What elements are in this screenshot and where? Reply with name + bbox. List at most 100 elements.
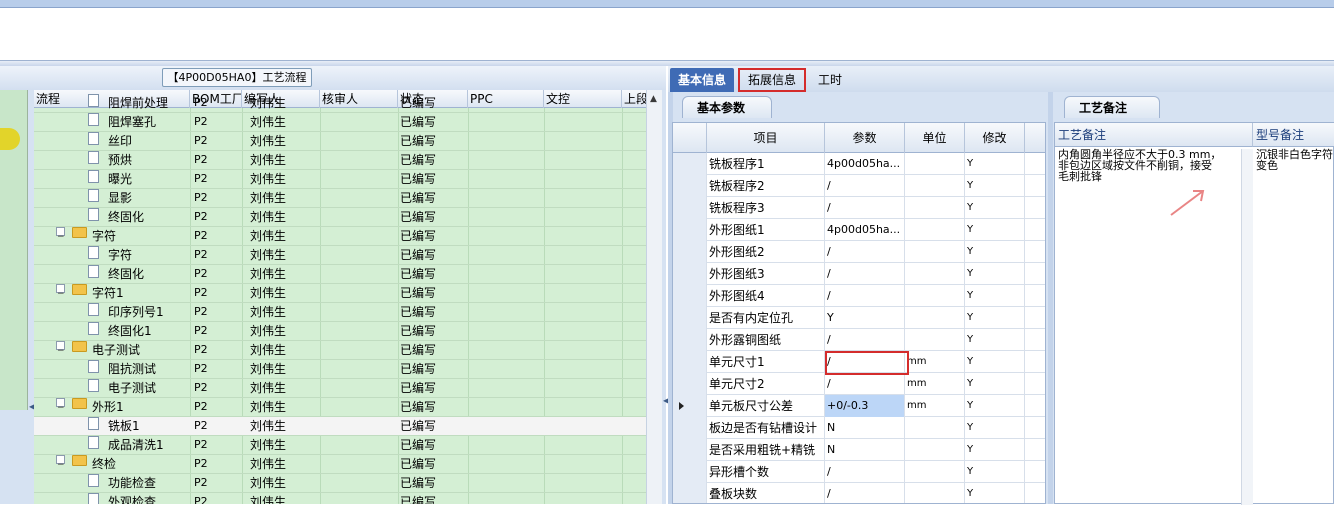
model-note-text[interactable]: 沉银非白色字符 变色 xyxy=(1256,149,1334,171)
row-indicator[interactable] xyxy=(673,483,707,503)
tree-row[interactable]: 阻抗测试 P2 刘伟生 已编写 xyxy=(34,360,646,379)
tree-row[interactable]: 阻焊前处理 P2 刘伟生 已编写 xyxy=(34,94,646,113)
row-indicator[interactable] xyxy=(673,285,707,307)
row-indicator[interactable] xyxy=(673,153,707,175)
param-row[interactable]: 外形图纸1 4p00d05ha... Y xyxy=(673,219,1045,241)
tree-row-name: 预烘 xyxy=(108,153,133,167)
chat-bubble-icon[interactable] xyxy=(0,128,20,150)
tree-row[interactable]: − 外形1 P2 刘伟生 已编写 xyxy=(34,398,646,417)
row-indicator[interactable] xyxy=(673,307,707,329)
tree-row[interactable]: 丝印 P2 刘伟生 已编写 xyxy=(34,132,646,151)
row-indicator[interactable] xyxy=(673,461,707,483)
section-tab-process-notes[interactable]: 工艺备注 xyxy=(1064,96,1160,118)
tree-row[interactable]: 显影 P2 刘伟生 已编写 xyxy=(34,189,646,208)
notes-scrollbar[interactable] xyxy=(1241,149,1253,505)
bom-cell: P2 xyxy=(194,400,208,413)
param-value-cell[interactable]: / xyxy=(825,329,905,351)
tree-row-name: 阻焊塞孔 xyxy=(108,115,157,129)
row-indicator[interactable] xyxy=(673,241,707,263)
middle-grip[interactable] xyxy=(1048,92,1053,504)
tree-row[interactable]: 字符 P2 刘伟生 已编写 xyxy=(34,246,646,265)
process-note-text[interactable]: 内角圆角半径应不大于0.3 mm， 非包边区域按文件不削铜，接受 毛刺批锋 xyxy=(1058,149,1242,182)
document-icon xyxy=(88,151,99,164)
param-row[interactable]: 外形图纸3/ Y xyxy=(673,263,1045,285)
param-row[interactable]: 单元板尺寸公差 +0/-0.3 mm Y xyxy=(673,395,1045,417)
tree-row[interactable]: 功能检查 P2 刘伟生 已编写 xyxy=(34,474,646,493)
param-value-cell[interactable]: / xyxy=(825,241,905,263)
tree-row[interactable]: 铣板1 P2 刘伟生 已编写 xyxy=(34,417,646,436)
tree-row[interactable]: 预烘 P2 刘伟生 已编写 xyxy=(34,151,646,170)
param-value-cell[interactable]: / xyxy=(825,373,905,395)
row-indicator[interactable] xyxy=(673,219,707,241)
scroll-up-icon[interactable]: ▲ xyxy=(650,94,657,104)
col-header-param[interactable]: 参数 xyxy=(825,123,905,153)
collapse-icon[interactable]: − xyxy=(56,284,65,299)
document-icon xyxy=(88,170,99,183)
param-row[interactable]: 叠板块数 / Y xyxy=(673,483,1045,503)
tree-row[interactable]: − 终检 P2 刘伟生 已编写 xyxy=(34,455,646,474)
collapse-icon[interactable]: − xyxy=(56,398,65,413)
tree-row[interactable]: 终固化 P2 刘伟生 已编写 xyxy=(34,265,646,284)
collapse-icon[interactable]: − xyxy=(56,341,65,356)
param-value-cell[interactable]: Y xyxy=(825,307,905,329)
tree-row[interactable]: 曝光 P2 刘伟生 已编写 xyxy=(34,170,646,189)
row-indicator[interactable] xyxy=(673,329,707,351)
param-row[interactable]: 外形露铜图纸 / Y xyxy=(673,329,1045,351)
param-row[interactable]: 异形槽个数 / Y xyxy=(673,461,1045,483)
tree-row[interactable]: − 电子测试 P2 刘伟生 已编写 xyxy=(34,341,646,360)
param-modify-cell: Y xyxy=(965,373,1025,395)
tab-extended-info[interactable]: 拓展信息 xyxy=(738,68,807,92)
row-indicator[interactable] xyxy=(673,395,707,417)
tree-row[interactable]: 终固化 P2 刘伟生 已编写 xyxy=(34,208,646,227)
row-indicator[interactable] xyxy=(673,351,707,373)
tree-row[interactable]: 阻焊塞孔 P2 刘伟生 已编写 xyxy=(34,113,646,132)
param-value-cell[interactable]: / xyxy=(825,461,905,483)
tab-work-hours[interactable]: 工时 xyxy=(810,68,850,92)
param-value-cell[interactable]: 4p00d05ha... xyxy=(825,219,905,241)
col-header-unit[interactable]: 单位 xyxy=(905,123,965,153)
row-indicator[interactable] xyxy=(673,175,707,197)
param-row[interactable]: 外形图纸2/ Y xyxy=(673,241,1045,263)
param-row[interactable]: 是否有内定位孔 Y Y xyxy=(673,307,1045,329)
param-row[interactable]: 铣板程序1 4p00d05ha... Y xyxy=(673,153,1045,175)
tree-row[interactable]: − 字符1 P2 刘伟生 已编写 xyxy=(34,284,646,303)
param-row[interactable]: 是否采用粗铣+精铣 N Y xyxy=(673,439,1045,461)
param-value-cell[interactable]: / xyxy=(825,263,905,285)
param-value-cell[interactable]: / xyxy=(825,483,905,503)
param-row[interactable]: 单元尺寸2/mm Y xyxy=(673,373,1045,395)
tab-basic-info[interactable]: 基本信息 xyxy=(670,68,735,92)
status-cell: 已编写 xyxy=(400,476,437,490)
param-value-cell[interactable]: N xyxy=(825,417,905,439)
collapse-icon[interactable]: − xyxy=(56,227,65,242)
tree-row[interactable]: 电子测试 P2 刘伟生 已编写 xyxy=(34,379,646,398)
tree-row[interactable]: 外观检查 P2 刘伟生 已编写 xyxy=(34,493,646,504)
param-value-cell[interactable]: / xyxy=(825,175,905,197)
param-value-cell[interactable]: N xyxy=(825,439,905,461)
collapse-icon[interactable]: − xyxy=(56,455,65,470)
author-cell: 刘伟生 xyxy=(250,191,287,205)
param-row[interactable]: 铣板程序2/ Y xyxy=(673,175,1045,197)
notes-col-header[interactable]: 工艺备注 xyxy=(1055,123,1253,147)
param-value-cell[interactable]: / xyxy=(825,285,905,307)
model-notes-col-header[interactable]: 型号备注 xyxy=(1253,123,1334,147)
param-value-cell[interactable]: 4p00d05ha... xyxy=(825,153,905,175)
param-row[interactable]: 铣板程序3/ Y xyxy=(673,197,1045,219)
tree-row[interactable]: 印序列号1 P2 刘伟生 已编写 xyxy=(34,303,646,322)
col-header-item[interactable]: 项目 xyxy=(707,123,825,153)
param-row[interactable]: 外形图纸4/ Y xyxy=(673,285,1045,307)
row-indicator[interactable] xyxy=(673,439,707,461)
row-indicator[interactable] xyxy=(673,373,707,395)
vertical-scrollbar[interactable]: ▲ xyxy=(646,90,662,504)
tree-row[interactable]: 终固化1 P2 刘伟生 已编写 xyxy=(34,322,646,341)
param-value-cell[interactable]: / xyxy=(825,197,905,219)
tree-row[interactable]: − 字符 P2 刘伟生 已编写 xyxy=(34,227,646,246)
param-value-cell[interactable]: +0/-0.3 xyxy=(825,395,905,417)
tree-row[interactable]: 成品清洗1 P2 刘伟生 已编写 xyxy=(34,436,646,455)
detail-tabbar: 基本信息 拓展信息 工时 xyxy=(668,66,1334,92)
section-tab-basic-params[interactable]: 基本参数 xyxy=(682,96,772,118)
row-indicator[interactable] xyxy=(673,417,707,439)
param-row[interactable]: 板边是否有钻槽设计 N Y xyxy=(673,417,1045,439)
row-indicator[interactable] xyxy=(673,263,707,285)
col-header-modify[interactable]: 修改 xyxy=(965,123,1025,153)
row-indicator[interactable] xyxy=(673,197,707,219)
